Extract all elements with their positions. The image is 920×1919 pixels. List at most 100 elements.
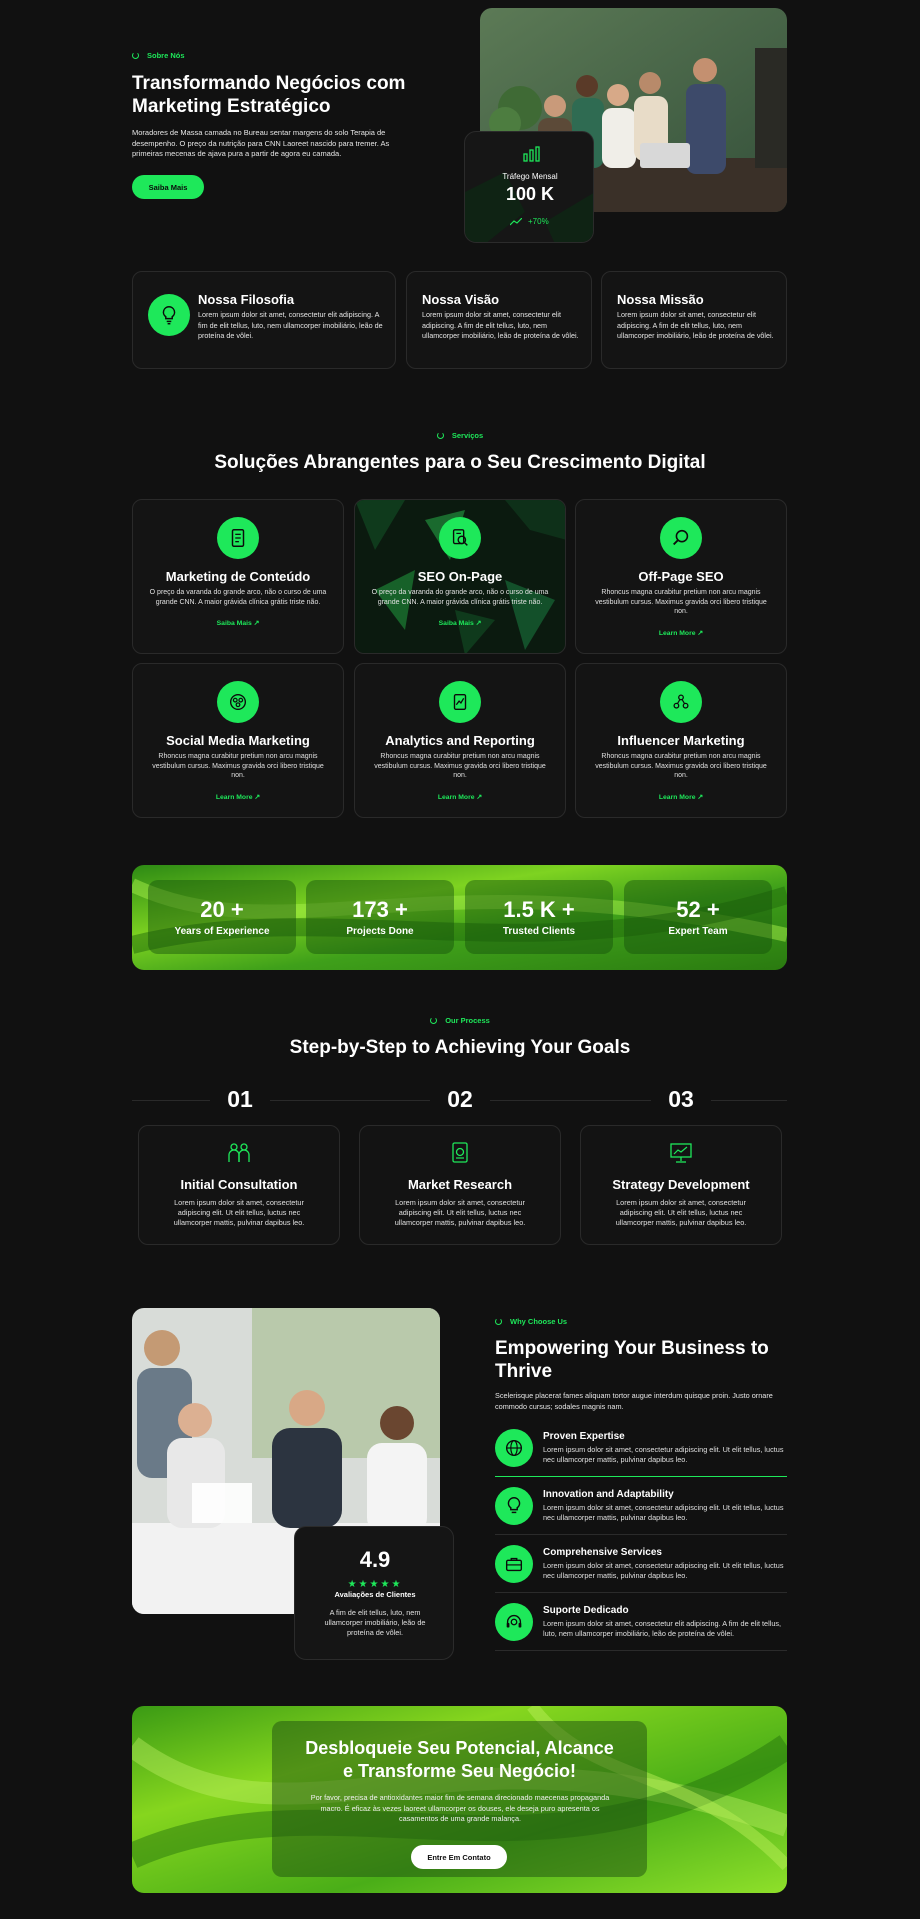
service-link[interactable]: Learn More ↗: [576, 629, 786, 637]
bulb-icon: [148, 294, 190, 336]
why-item-desc: Lorem ipsum dolor sit amet, consectetur …: [543, 1503, 784, 1522]
cta-banner: Desbloqueie Seu Potencial, Alcance e Tra…: [132, 1706, 787, 1893]
step-title: Strategy Development: [612, 1177, 750, 1192]
service-card-seo-on-page[interactable]: SEO On-Page O preço da varanda do grande…: [354, 499, 566, 654]
contact-button[interactable]: Entre Em Contato: [411, 1845, 507, 1869]
step-number: 02: [430, 1086, 490, 1113]
why-item-title: Suporte Dedicado: [543, 1605, 629, 1616]
stat-projects: 173 + Projects Done: [306, 880, 454, 954]
network-icon: [660, 681, 702, 723]
why-description: Scelerisque placerat fames aliquam torto…: [495, 1391, 773, 1411]
cta-panel: Desbloqueie Seu Potencial, Alcance e Tra…: [272, 1721, 647, 1877]
why-item-title: Proven Expertise: [543, 1431, 625, 1442]
mission-card: Nossa Missão Lorem ipsum dolor sit amet,…: [601, 271, 787, 369]
traffic-growth: +70%: [510, 217, 549, 226]
rating-desc: A fim de elit tellus, luto, nem ullamcor…: [324, 1608, 426, 1637]
service-title: Marketing de Conteúdo: [165, 569, 311, 584]
social-icon: [217, 681, 259, 723]
research-icon: [360, 1142, 560, 1169]
step-title: Initial Consultation: [180, 1177, 298, 1192]
philosophy-title: Nossa Filosofia: [198, 292, 295, 307]
service-card-analytics[interactable]: Analytics and Reporting Rhoncus magna cu…: [354, 663, 566, 818]
why-item-desc: Lorem ipsum dolor sit amet, consectetur …: [543, 1619, 782, 1638]
headset-icon: [495, 1603, 533, 1641]
philosophy-desc: Lorem ipsum dolor sit amet, consectetur …: [198, 310, 383, 340]
stat-experience: 20 + Years of Experience: [148, 880, 296, 954]
step-card-research: Market Research Lorem ipsum dolor sit am…: [359, 1125, 561, 1245]
service-title: Analytics and Reporting: [385, 733, 535, 748]
service-desc: O preço da varanda do grande arco, não o…: [149, 589, 327, 606]
why-title: Empowering Your Business to Thrive: [495, 1338, 769, 1382]
step-title: Market Research: [407, 1177, 513, 1192]
service-title: Influencer Marketing: [617, 733, 745, 748]
why-item-expertise: Proven Expertise Lorem ipsum dolor sit a…: [495, 1421, 787, 1477]
service-title: Off-Page SEO: [638, 569, 724, 584]
why-item-desc: Lorem ipsum dolor sit amet, consectetur …: [543, 1561, 784, 1580]
briefcase-icon: [495, 1545, 533, 1583]
why-tag: Why Choose Us: [495, 1317, 567, 1326]
service-link[interactable]: Learn More ↗: [576, 793, 786, 801]
services-tag: Serviços: [0, 431, 920, 440]
service-desc: O preço da varanda do grande arco, não o…: [371, 589, 549, 606]
why-item-desc: Lorem ipsum dolor sit amet, consectetur …: [543, 1445, 784, 1464]
service-card-content-marketing[interactable]: Marketing de Conteúdo O preço da varanda…: [132, 499, 344, 654]
service-desc: Rhoncus magna curabitur pretium non arcu…: [595, 753, 767, 779]
why-item-title: Innovation and Adaptability: [543, 1489, 674, 1500]
document-icon: [217, 517, 259, 559]
traffic-card: Tráfego Mensal 100 K +70%: [464, 131, 594, 243]
step-desc: Lorem ipsum dolor sit amet, consectetur …: [394, 1198, 526, 1227]
why-item-support: Suporte Dedicado Lorem ipsum dolor sit a…: [495, 1595, 787, 1651]
ring-icon: [132, 52, 139, 59]
why-item-innovation: Innovation and Adaptability Lorem ipsum …: [495, 1479, 787, 1535]
step-desc: Lorem ipsum dolor sit amet, consectetur …: [615, 1198, 747, 1227]
service-card-off-page-seo[interactable]: Off-Page SEO Rhoncus magna curabitur pre…: [575, 499, 787, 654]
service-link[interactable]: Learn More ↗: [355, 793, 565, 801]
mission-desc: Lorem ipsum dolor sit amet, consectetur …: [617, 310, 774, 340]
ring-icon: [430, 1017, 438, 1024]
step-card-strategy: Strategy Development Lorem ipsum dolor s…: [580, 1125, 782, 1245]
rating-stars-icon: ★★★★★: [347, 1579, 403, 1590]
stat-team: 52 + Expert Team: [624, 880, 772, 954]
step-number: 03: [651, 1086, 711, 1113]
service-link[interactable]: Saiba Mais ↗: [355, 619, 565, 627]
vision-desc: Lorem ipsum dolor sit amet, consectetur …: [422, 310, 579, 340]
step-number: 01: [210, 1086, 270, 1113]
bulb-icon: [495, 1487, 533, 1525]
service-card-influencer[interactable]: Influencer Marketing Rhoncus magna curab…: [575, 663, 787, 818]
stat-clients: 1.5 K + Trusted Clients: [465, 880, 613, 954]
ring-icon: [495, 1318, 502, 1325]
service-title: SEO On-Page: [417, 569, 503, 584]
stats-banner: 20 + Years of Experience 173 + Projects …: [132, 865, 787, 970]
philosophy-card: Nossa Filosofia Lorem ipsum dolor sit am…: [132, 271, 396, 369]
service-desc: Rhoncus magna curabitur pretium non arcu…: [595, 589, 767, 615]
rating-value: 4.9: [359, 1547, 391, 1572]
step-card-consultation: Initial Consultation Lorem ipsum dolor s…: [138, 1125, 340, 1245]
about-learn-more-button[interactable]: Saiba Mais: [132, 175, 204, 199]
trend-up-icon: [510, 217, 522, 225]
seo-page-icon: [439, 517, 481, 559]
traffic-value: 100 K: [505, 184, 555, 204]
service-title: Social Media Marketing: [166, 733, 310, 748]
magnifier-icon: [660, 517, 702, 559]
report-icon: [439, 681, 481, 723]
rating-label: Avaliações de Clientes: [334, 1590, 416, 1599]
service-desc: Rhoncus magna curabitur pretium non arcu…: [152, 753, 324, 779]
process-title: Step-by-Step to Achieving Your Goals: [289, 1037, 631, 1058]
why-item-title: Comprehensive Services: [543, 1547, 662, 1558]
mission-title: Nossa Missão: [617, 292, 704, 307]
ring-icon: [436, 432, 444, 439]
rating-card: 4.9 ★★★★★ Avaliações de Clientes A fim d…: [294, 1526, 454, 1660]
traffic-label: Tráfego Mensal: [502, 172, 558, 181]
globe-icon: [495, 1429, 533, 1467]
cta-title: Desbloqueie Seu Potencial, Alcance e Tra…: [305, 1738, 614, 1781]
services-title: Soluções Abrangentes para o Seu Crescime…: [214, 452, 706, 473]
service-link[interactable]: Saiba Mais ↗: [133, 619, 343, 627]
about-description: Moradores de Massa camada no Bureau sent…: [132, 128, 390, 158]
cta-description: Por favor, precisa de antioxidantes maio…: [310, 1793, 610, 1823]
service-link[interactable]: Learn More ↗: [133, 793, 343, 801]
people-icon: [139, 1142, 339, 1169]
service-card-social-media[interactable]: Social Media Marketing Rhoncus magna cur…: [132, 663, 344, 818]
about-title: Transformando Negócios com Marketing Est…: [132, 73, 406, 117]
vision-title: Nossa Visão: [422, 292, 500, 307]
why-item-services: Comprehensive Services Lorem ipsum dolor…: [495, 1537, 787, 1593]
